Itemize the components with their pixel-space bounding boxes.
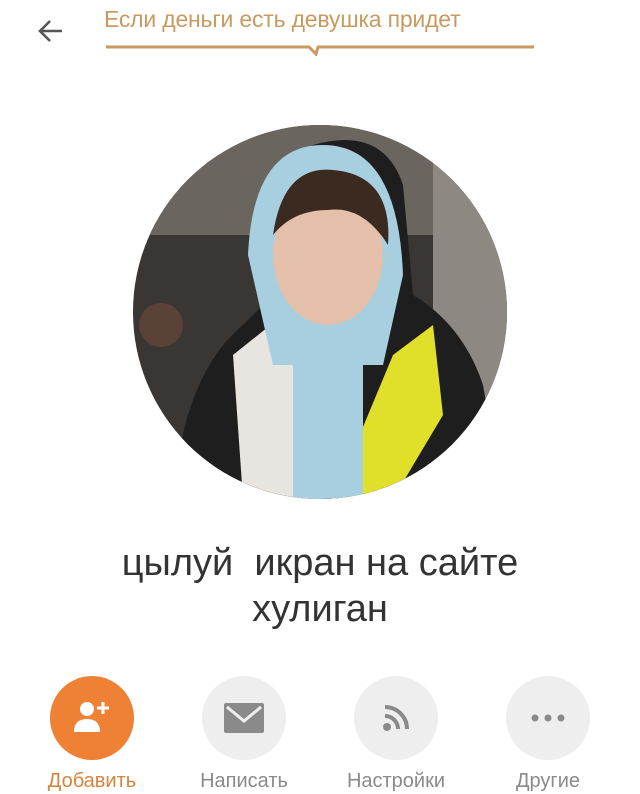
profile-name-line1: цылуй икран на сайте — [121, 542, 519, 584]
avatar[interactable] — [133, 125, 507, 499]
more-icon — [531, 714, 565, 722]
profile-photo — [133, 125, 507, 499]
arrow-left-icon — [38, 20, 62, 42]
status-underline — [106, 45, 534, 56]
settings-label: Настройки — [346, 770, 446, 792]
more-circle — [506, 676, 590, 760]
profile-name-line2: хулиган — [252, 588, 388, 630]
write-message-button[interactable]: Написать — [174, 676, 314, 793]
status-text: Если деньги есть девушка придет — [104, 6, 461, 32]
more-label: Другие — [515, 770, 581, 792]
add-friend-circle — [50, 676, 134, 760]
add-friend-label: Добавить — [47, 770, 137, 792]
status[interactable]: Если деньги есть девушка придет — [104, 6, 536, 56]
settings-circle — [354, 676, 438, 760]
envelope-icon — [224, 703, 264, 733]
write-message-label: Написать — [200, 770, 288, 792]
more-button[interactable]: Другие — [478, 676, 618, 793]
profile-name: цылуй икран на сайте хулиган — [0, 540, 640, 632]
back-button[interactable] — [34, 14, 68, 48]
feed-icon — [383, 705, 409, 731]
settings-button[interactable]: Настройки — [326, 676, 466, 793]
add-friend-icon — [74, 702, 109, 732]
write-message-circle — [202, 676, 286, 760]
add-friend-button[interactable]: Добавить — [22, 676, 162, 793]
